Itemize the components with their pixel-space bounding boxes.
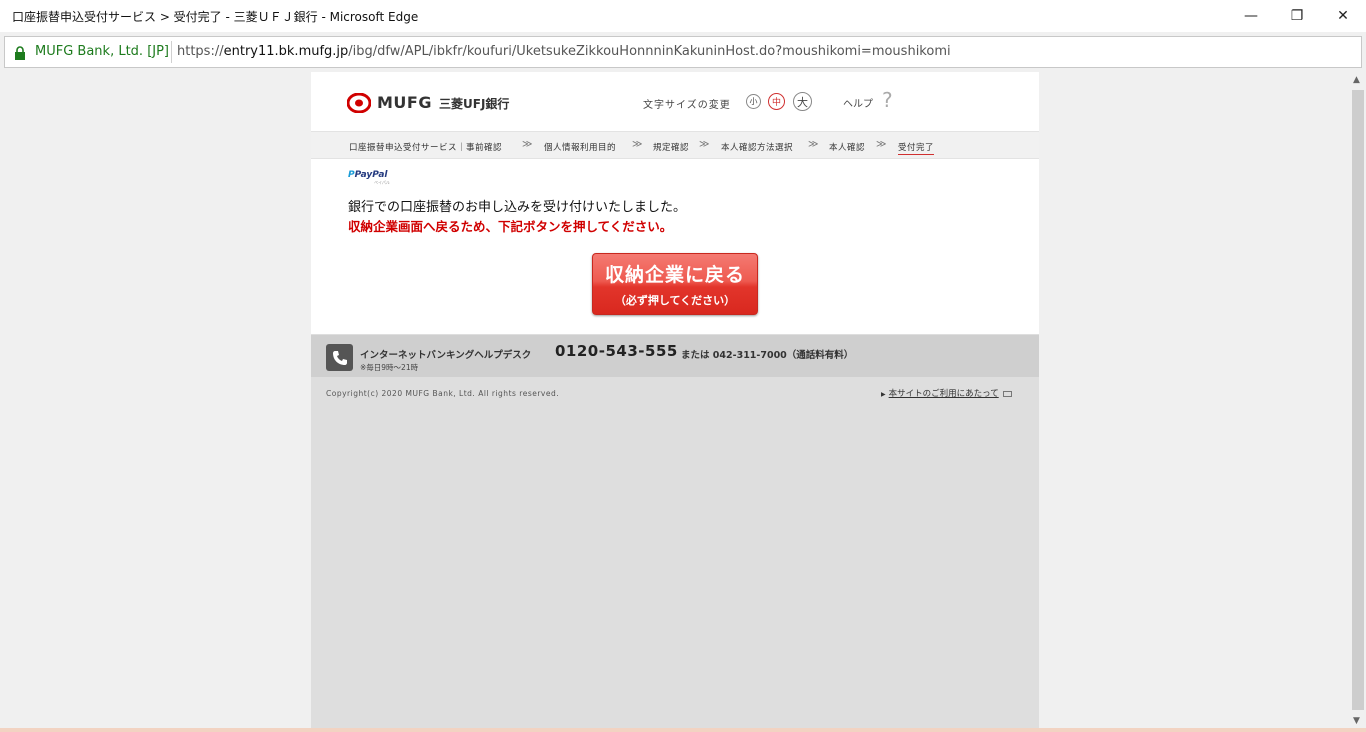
url-host: entry11.bk.mufg.jp <box>223 44 349 59</box>
paypal-logo-p: P <box>348 170 355 180</box>
scroll-down-icon[interactable]: ▼ <box>1353 716 1360 726</box>
return-button-label: 収納企業に戻る <box>604 264 745 286</box>
font-size-mid-button[interactable]: 中 <box>768 93 785 110</box>
paypal-logo-b: Pal <box>372 170 388 180</box>
helpdesk-number: 0120-543-555 <box>555 342 678 360</box>
close-icon: ✕ <box>1337 8 1349 24</box>
url-prefix: https:// <box>177 44 224 59</box>
minimize-button[interactable]: — <box>1228 0 1274 32</box>
url-text[interactable]: https://entry11.bk.mufg.jp/ibg/dfw/APL/i… <box>177 44 951 59</box>
breadcrumb-separator-icon: ≫ <box>699 139 710 150</box>
instruction-message: 収納企業画面へ戻るため、下記ボタンを押してください。 <box>348 219 673 234</box>
scrollbar-thumb[interactable] <box>1352 90 1364 710</box>
vertical-scrollbar[interactable]: ▲ ▼ <box>1350 72 1366 732</box>
phone-glyph-icon <box>332 350 347 365</box>
breadcrumb-item-auth: 本人確認 <box>829 143 866 153</box>
helpdesk-bar: インターネットバンキングヘルプデスク 0120-543-555 または 042-… <box>311 335 1039 377</box>
terms-of-use-link[interactable]: ▶ 本サイトのご利用にあたって <box>881 387 1012 399</box>
url-path: /ibg/dfw/APL/ibkfr/koufuri/UketsukeZikko… <box>348 44 951 59</box>
breadcrumb-item-terms: 規定確認 <box>653 143 690 153</box>
logo-text: MUFG <box>377 93 432 112</box>
breadcrumb: 口座振替申込受付サービス｜事前確認 ≫ 個人情報利用目的 ≫ 規定確認 ≫ 本人… <box>311 131 1039 159</box>
help-icon[interactable]: ? <box>882 88 893 112</box>
new-window-icon <box>1002 390 1012 397</box>
breadcrumb-item-privacy: 個人情報利用目的 <box>544 143 617 153</box>
helpdesk-hours: ※毎日9時～21時 <box>360 363 419 372</box>
window-titlebar: 口座振替申込受付サービス > 受付完了 - 三菱ＵＦＪ銀行 - Microsof… <box>0 0 1366 32</box>
paypal-logo-a: Pay <box>354 170 373 180</box>
confirmation-message: 銀行での口座振替のお申し込みを受け付けいたしました。 <box>348 200 687 215</box>
restore-button[interactable]: ❐ <box>1274 0 1320 32</box>
address-bar[interactable]: MUFG Bank, Ltd. [JP] https://entry11.bk.… <box>4 36 1362 68</box>
paypal-logo: PPayPal <box>348 170 387 180</box>
breadcrumb-item-auth-method: 本人確認方法選択 <box>721 143 794 153</box>
breadcrumb-separator-icon: ≫ <box>808 139 819 150</box>
address-divider <box>171 41 172 63</box>
font-size-small-button[interactable]: 小 <box>746 94 761 109</box>
breadcrumb-separator-icon: ≫ <box>876 139 887 150</box>
breadcrumb-separator-icon: ≫ <box>522 139 533 150</box>
close-button[interactable]: ✕ <box>1320 0 1366 32</box>
logo-jp-text: 三菱UFJ銀行 <box>439 97 510 111</box>
window-title: 口座振替申込受付サービス > 受付完了 - 三菱ＵＦＪ銀行 - Microsof… <box>12 10 419 24</box>
copyright: Copyright(c) 2020 MUFG Bank, Ltd. All ri… <box>326 389 560 398</box>
restore-icon: ❐ <box>1290 8 1304 24</box>
arrow-right-icon: ▶ <box>881 391 886 398</box>
help-link[interactable]: ヘルプ <box>843 95 873 110</box>
font-size-large-button[interactable]: 大 <box>793 92 812 111</box>
breadcrumb-item-complete: 受付完了 <box>898 143 935 155</box>
page-main: MUFG 三菱UFJ銀行 文字サイズの変更 小 中 大 ヘルプ ? 口座振替申込… <box>311 72 1039 334</box>
site-identity[interactable]: MUFG Bank, Ltd. [JP] <box>35 44 169 59</box>
scroll-up-icon[interactable]: ▲ <box>1353 75 1360 85</box>
helpdesk-alt-number: または 042-311-7000（通話料有料） <box>681 350 854 361</box>
return-to-merchant-button[interactable]: 収納企業に戻る （必ず押してください） <box>592 253 758 315</box>
terms-link-text: 本サイトのご利用にあたって <box>888 389 999 399</box>
breadcrumb-item-precheck: 口座振替申込受付サービス｜事前確認 <box>349 143 503 153</box>
paypal-logo-sub: ペイパル <box>374 180 390 185</box>
return-button-sublabel: （必ず押してください） <box>614 294 736 307</box>
helpdesk-label: インターネットバンキングヘルプデスク <box>360 350 532 361</box>
breadcrumb-separator-icon: ≫ <box>632 139 643 150</box>
taskbar-strip <box>0 728 1366 732</box>
browser-viewport: MUFG 三菱UFJ銀行 文字サイズの変更 小 中 大 ヘルプ ? 口座振替申込… <box>0 72 1350 732</box>
mufg-logo-icon <box>347 93 371 113</box>
font-size-label: 文字サイズの変更 <box>643 100 731 111</box>
minimize-icon: — <box>1244 8 1258 24</box>
phone-icon <box>326 344 353 371</box>
page-column: MUFG 三菱UFJ銀行 文字サイズの変更 小 中 大 ヘルプ ? 口座振替申込… <box>311 72 1039 732</box>
footer: Copyright(c) 2020 MUFG Bank, Ltd. All ri… <box>311 377 1039 407</box>
lock-icon <box>15 46 25 60</box>
